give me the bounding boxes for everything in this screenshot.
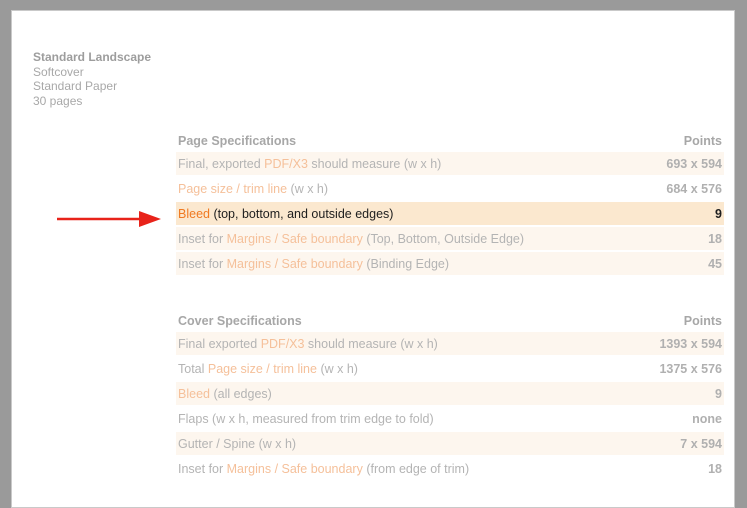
spec-label: Inset for Margins / Safe boundary (Bindi… <box>178 257 449 271</box>
cover-spec-row: Flaps (w x h, measured from trim edge to… <box>176 407 724 430</box>
spec-label: Final exported PDF/X3 should measure (w … <box>178 337 438 351</box>
spec-term-link[interactable]: Bleed <box>178 207 210 221</box>
cover-spec-row: Gutter / Spine (w x h) 7 x 594 <box>176 432 724 455</box>
spec-label-text: Gutter / Spine (w x h) <box>178 436 297 451</box>
spec-label: Flaps (w x h, measured from trim edge to… <box>178 412 434 426</box>
spec-label: Bleed (all edges) <box>178 387 272 401</box>
spec-value: none <box>692 411 722 426</box>
red-arrow-icon <box>57 211 161 227</box>
specs-panel: Standard Landscape Softcover Standard Pa… <box>11 10 735 508</box>
spec-term-link[interactable]: Page size / trim line <box>208 362 317 376</box>
spec-label-text: Total <box>178 361 208 376</box>
cover-spec-row: Total Page size / trim line (w x h) 1375 … <box>176 357 724 380</box>
spec-label: Gutter / Spine (w x h) <box>178 437 296 451</box>
spec-label-suffix: (from edge of trim) <box>362 461 470 476</box>
spec-value: 9 <box>715 206 722 221</box>
spec-label-suffix: (top, bottom, and outside edges) <box>209 206 394 221</box>
product-cover: Softcover <box>33 64 84 79</box>
spec-label: Final, exported PDF/X3 should measure (w… <box>178 157 441 171</box>
page-spec-row: Bleed (top, bottom, and outside edges) 9 <box>176 202 724 225</box>
spec-term-link[interactable]: PDF/X3 <box>264 157 308 171</box>
spec-label: Bleed (top, bottom, and outside edges) <box>178 207 393 221</box>
page-specs-units: Points <box>683 133 722 148</box>
spec-term-link[interactable]: Margins / Safe boundary <box>227 462 363 476</box>
cover-specifications-table: Cover Specifications Points Final export… <box>176 309 724 482</box>
spec-label-suffix: should measure (w x h) <box>307 156 442 171</box>
spec-term-link[interactable]: PDF/X3 <box>261 337 305 351</box>
spec-label-text: Final, exported <box>178 156 265 171</box>
page-specifications-table: Page Specifications Points Final, export… <box>176 129 724 277</box>
spec-label-suffix: (Top, Bottom, Outside Edge) <box>362 231 525 246</box>
spec-label-suffix: should measure (w x h) <box>304 336 438 351</box>
product-title: Standard Landscape <box>33 50 152 64</box>
spec-value: 45 <box>708 256 722 271</box>
spec-term-link[interactable]: Margins / Safe boundary <box>227 257 363 271</box>
spec-label-text: Inset for <box>178 461 227 476</box>
spec-value: 684 x 576 <box>666 181 722 196</box>
cover-spec-row: Final exported PDF/X3 should measure (w … <box>176 332 724 355</box>
spec-label-suffix: (Binding Edge) <box>362 256 450 271</box>
spec-label: Total Page size / trim line (w x h) <box>178 362 358 376</box>
spec-value: 7 x 594 <box>680 436 722 451</box>
spec-value: 18 <box>708 231 722 246</box>
spec-value: 9 <box>715 386 722 401</box>
spec-label-suffix: (w x h) <box>316 361 358 376</box>
spec-label: Page size / trim line (w x h) <box>178 182 328 196</box>
cover-specs-header: Cover Specifications Points <box>176 309 724 332</box>
product-pages: 30 pages <box>33 93 83 108</box>
spec-label-text: Inset for <box>178 256 227 271</box>
spec-label-suffix: (all edges) <box>209 386 272 401</box>
spec-label-text: Final exported <box>178 336 261 351</box>
cover-specs-title: Cover Specifications <box>178 313 302 328</box>
page-spec-row: Inset for Margins / Safe boundary (Top, … <box>176 227 724 250</box>
page-spec-row: Page size / trim line (w x h) 684 x 576 <box>176 177 724 200</box>
cover-specs-units: Points <box>683 313 722 328</box>
product-info: Standard Landscape Softcover Standard Pa… <box>33 50 151 108</box>
page-specs-header: Page Specifications Points <box>176 129 724 152</box>
spec-label: Inset for Margins / Safe boundary (from … <box>178 462 469 476</box>
spec-term-link[interactable]: Bleed <box>178 387 210 401</box>
page-spec-row: Final, exported PDF/X3 should measure (w… <box>176 152 724 175</box>
product-paper: Standard Paper <box>33 79 118 93</box>
spec-value: 693 x 594 <box>666 156 722 171</box>
spec-term-link[interactable]: Margins / Safe boundary <box>227 232 363 246</box>
spec-value: 1393 x 594 <box>659 336 722 351</box>
spec-label-text: Flaps (w x h, measured from trim edge to… <box>178 411 434 426</box>
cover-spec-row: Bleed (all edges) 9 <box>176 382 724 405</box>
spec-label-text: Inset for <box>178 231 227 246</box>
spec-label-suffix: (w x h) <box>287 181 329 196</box>
page-specs-title: Page Specifications <box>178 133 297 148</box>
page-spec-row: Inset for Margins / Safe boundary (Bindi… <box>176 252 724 275</box>
spec-value: 18 <box>708 461 722 476</box>
spec-label: Inset for Margins / Safe boundary (Top, … <box>178 232 524 246</box>
spec-term-link[interactable]: Page size / trim line <box>178 182 287 196</box>
cover-spec-row: Inset for Margins / Safe boundary (from … <box>176 457 724 480</box>
spec-value: 1375 x 576 <box>659 361 722 376</box>
